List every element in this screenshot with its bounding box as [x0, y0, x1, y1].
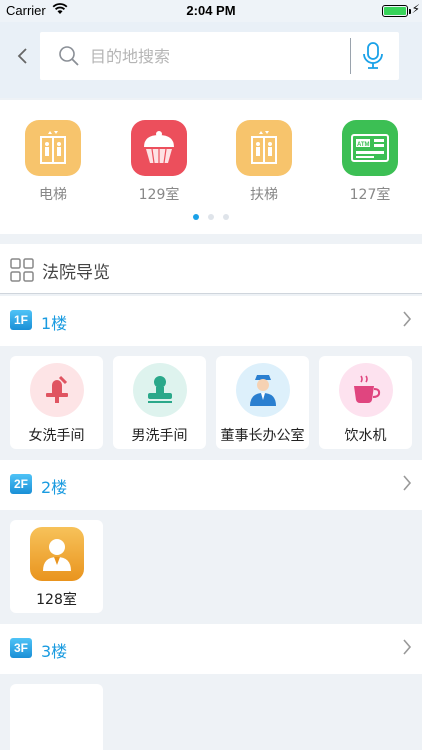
room-label: 128室: [36, 592, 77, 608]
battery-icon: [382, 5, 408, 17]
room-card-women-restroom[interactable]: 女洗手间: [10, 356, 103, 449]
room-card-chairman-office[interactable]: 董事长办公室: [216, 356, 309, 449]
water-dispenser-icon: [338, 363, 393, 417]
chevron-right-icon: [402, 310, 412, 332]
search-input[interactable]: [90, 42, 340, 70]
search-icon: [58, 45, 80, 71]
room-card-placeholder[interactable]: [10, 684, 103, 750]
room-card-128[interactable]: 128室: [10, 520, 103, 613]
floor-name: 2楼: [41, 478, 68, 497]
floor-badge: 2F: [10, 474, 32, 494]
floor-row-3[interactable]: 3F 3楼: [0, 624, 422, 674]
page-indicator[interactable]: [0, 214, 422, 220]
room-label: 男洗手间: [131, 428, 188, 444]
quick-item-label: 129室: [138, 187, 180, 203]
elevator-icon: [25, 120, 81, 176]
quick-item-label: 电梯: [39, 187, 67, 203]
page-dot[interactable]: [223, 214, 229, 220]
room-label: 饮水机: [344, 428, 387, 444]
chevron-right-icon: [402, 474, 412, 496]
escalator-icon: [236, 120, 292, 176]
quick-item-elevator[interactable]: 电梯: [13, 120, 93, 204]
men-restroom-icon: [132, 363, 187, 417]
section-header-guide: 法院导览: [0, 244, 422, 294]
quick-item-escalator[interactable]: 扶梯: [224, 120, 304, 204]
section-title: 法院导览: [42, 263, 110, 283]
women-restroom-icon: [29, 363, 84, 417]
status-bar: Carrier 2:04 PM ⚡: [0, 0, 422, 22]
microphone-icon[interactable]: [362, 42, 384, 74]
floor-badge: 3F: [10, 638, 32, 658]
floor-badge: 1F: [10, 310, 32, 330]
header: [0, 22, 422, 98]
quick-access-carousel: 电梯 129室 扶梯 ATM 127室: [0, 100, 422, 234]
chairman-office-icon: [235, 363, 290, 417]
clock: 2:04 PM: [186, 3, 236, 18]
chevron-left-icon: [17, 48, 27, 64]
page-dot[interactable]: [208, 214, 214, 220]
svg-text:ATM: ATM: [357, 142, 370, 148]
room-card-men-restroom[interactable]: 男洗手间: [113, 356, 206, 449]
charging-icon: ⚡: [411, 2, 420, 16]
quick-item-room-129[interactable]: 129室: [119, 120, 199, 204]
search-divider: [350, 38, 351, 74]
quick-item-label: 扶梯: [250, 187, 278, 203]
atm-icon: ATM: [342, 120, 398, 176]
floor-name: 1楼: [41, 314, 68, 333]
room-label: 董事长办公室: [220, 428, 305, 444]
chevron-right-icon: [402, 638, 412, 660]
quick-item-room-127[interactable]: ATM 127室: [330, 120, 410, 204]
search-bar[interactable]: [40, 32, 399, 80]
back-button[interactable]: [10, 44, 34, 68]
floor-row-1[interactable]: 1F 1楼: [0, 296, 422, 346]
floor-row-2[interactable]: 2F 2楼: [0, 460, 422, 510]
floor-name: 3楼: [41, 642, 68, 661]
person-icon: [29, 527, 84, 581]
room-label: 女洗手间: [28, 428, 85, 444]
grid-icon: [10, 258, 34, 286]
room-card-water-dispenser[interactable]: 饮水机: [319, 356, 412, 449]
quick-item-label: 127室: [349, 187, 391, 203]
cupcake-icon: [131, 120, 187, 176]
page-dot-active[interactable]: [193, 214, 199, 220]
